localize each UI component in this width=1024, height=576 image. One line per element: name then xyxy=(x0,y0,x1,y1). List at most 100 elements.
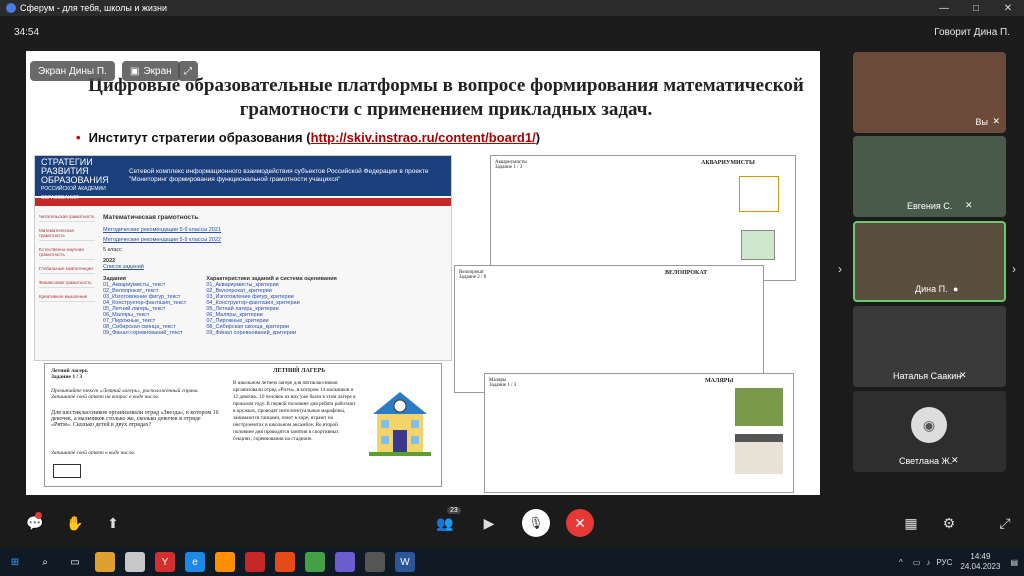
site-task-link[interactable]: 09_Финал соревнований_текст xyxy=(103,330,186,336)
mic-off-icon: ✕ xyxy=(951,455,959,465)
speaking-indicator: Говорит Дина П. xyxy=(934,27,1010,38)
start-icon[interactable]: ⊞ xyxy=(5,552,25,572)
site-side-item[interactable]: Финансовая грамотность xyxy=(39,280,95,288)
site-link[interactable]: Методические рекомендации 5-9 классы 202… xyxy=(103,227,443,233)
camp-answer-input[interactable] xyxy=(53,464,81,478)
raise-hand-button[interactable]: ✋ xyxy=(62,510,88,536)
aquarium-image xyxy=(741,230,775,260)
slide-link[interactable]: http://skiv.instrao.ru/content/board1/ xyxy=(311,130,536,145)
participant-tile-dina[interactable]: Дина П. ● xyxy=(853,221,1006,302)
fullscreen-toggle-button[interactable]: ⤢ xyxy=(992,510,1018,536)
doc-task-label: Летний лагерь Задание 1 / 3 xyxy=(51,368,88,380)
yandex-icon[interactable]: Y xyxy=(155,552,175,572)
close-button[interactable]: ✕ xyxy=(992,3,1024,14)
clock[interactable]: 14:49 24.04.2023 xyxy=(960,552,1000,572)
app-icon[interactable] xyxy=(275,552,295,572)
participant-tile-natalya[interactable]: Наталья Саакин ✕ xyxy=(853,306,1006,387)
doc-title: ЛЕТНИЙ ЛАГЕРЬ xyxy=(273,368,326,374)
site-list-link[interactable]: Список заданий xyxy=(103,264,443,270)
site-char-link[interactable]: 09_Финал соревнований_критерии xyxy=(206,330,337,336)
task-view-icon[interactable]: ▭ xyxy=(65,552,85,572)
app-icon[interactable] xyxy=(365,552,385,572)
participant-name: Наталья Саакин xyxy=(893,371,962,381)
site-org: ИНСТИТУТ СТРАТЕГИИ РАЗВИТИЯ ОБРАЗОВАНИЯ … xyxy=(41,156,115,203)
camera-button[interactable]: ▶ xyxy=(476,510,502,536)
mic-off-icon: ✕ xyxy=(992,116,1000,126)
site-chars-col: Характеристики заданий и система оценива… xyxy=(206,276,337,336)
site-side-item[interactable]: Естественно-научная грамотность xyxy=(39,247,95,260)
maximize-button[interactable]: □ xyxy=(960,3,992,14)
fullscreen-button[interactable]: ⤢ xyxy=(178,61,198,81)
mic-off-icon: ✕ xyxy=(965,200,973,210)
participant-name: Вы xyxy=(975,117,988,127)
doc-aquarium: Аквариумисты Задание 1 / 3 АКВАРИУМИСТЫ xyxy=(490,155,796,281)
doc-task-label: Велопрокат Задание 2 / 8 xyxy=(459,270,487,280)
mic-on-icon: ● xyxy=(953,284,959,294)
sidebar-collapse-icon[interactable]: › xyxy=(838,262,842,276)
grid-view-button[interactable]: ▦ xyxy=(898,510,924,536)
doc-title: МАЛЯРЫ xyxy=(705,378,734,384)
doc-task-label: Маляры Задание 1 / 3 xyxy=(489,378,517,388)
explorer-icon[interactable] xyxy=(95,552,115,572)
app-icon[interactable] xyxy=(125,552,145,572)
end-call-button[interactable]: ✕ xyxy=(566,509,594,537)
site-link[interactable]: Методические рекомендации 5-9 классы 202… xyxy=(103,237,443,243)
system-tray: ^ ▭ ♪ РУС 14:49 24.04.2023 ▤ xyxy=(899,552,1024,572)
site-heading: Математическая грамотность xyxy=(103,214,199,221)
app-icon[interactable] xyxy=(215,552,235,572)
participant-name: Светлана Ж. xyxy=(899,456,953,466)
site-side-item[interactable]: Глобальные компетенции xyxy=(39,266,95,274)
call-timer: 34:54 xyxy=(14,27,40,38)
clock-date: 24.04.2023 xyxy=(960,562,1001,571)
bullet-end: ) xyxy=(535,130,541,145)
screen-tab-label: Экран xyxy=(143,65,172,77)
site-side-item[interactable]: Креативное мышление xyxy=(39,294,95,302)
site-grade: 5 класс xyxy=(103,247,122,253)
notifications-icon[interactable]: ▤ xyxy=(1010,558,1018,567)
participant-name: Дина П. xyxy=(915,284,948,294)
word-icon[interactable]: W xyxy=(395,552,415,572)
tray-chevron-icon[interactable]: ^ xyxy=(899,558,903,567)
site-project: Сетевой комплекс информационного взаимод… xyxy=(128,168,429,183)
participant-tile-you[interactable]: Вы ✕ xyxy=(853,52,1006,133)
site-main: Математическая грамотность Методические … xyxy=(103,214,443,336)
camp-question: Для шестиклассников организовали отряд «… xyxy=(51,410,219,428)
doc-title: АКВАРИУМИСТЫ xyxy=(701,160,755,166)
sidebar-next-icon[interactable]: › xyxy=(1012,262,1016,276)
sferum-icon[interactable] xyxy=(335,552,355,572)
site-columns: Задания 01_Аквариумисты_текст 02_Велопро… xyxy=(103,276,443,336)
edge-icon[interactable]: e xyxy=(185,552,205,572)
mic-off-icon: ✕ xyxy=(959,370,967,380)
camp-answer-hint: Запишите свой ответ в виде числа. xyxy=(51,450,136,456)
participant-tile-evgenia[interactable]: Евгения С. ✕ xyxy=(853,136,1006,217)
clock-time: 14:49 xyxy=(970,552,991,561)
share-screen-button[interactable]: ⬆ xyxy=(100,510,126,536)
screen-tab[interactable]: ▣ Экран xyxy=(122,61,180,81)
minimize-button[interactable]: — xyxy=(928,3,960,14)
slide-bullet: • Институт стратегии образования (http://… xyxy=(76,130,540,145)
participant-tile-svetlana[interactable]: ◉ Светлана Ж. ✕ xyxy=(853,391,1006,472)
search-icon[interactable]: ⌕ xyxy=(35,552,55,572)
app-icon[interactable] xyxy=(245,552,265,572)
doc-task-label: Аквариумисты Задание 1 / 3 xyxy=(495,160,527,170)
site-side-item[interactable]: Математическая грамотность xyxy=(39,228,95,241)
language-indicator[interactable]: РУС xyxy=(936,558,952,567)
doc-camp: Летний лагерь Задание 1 / 3 ЛЕТНИЙ ЛАГЕР… xyxy=(44,363,442,487)
doc-malyary: Маляры Задание 1 / 3 МАЛЯРЫ xyxy=(484,373,794,493)
mic-toggle-button[interactable]: 🎙 xyxy=(522,509,550,537)
camera-placeholder-icon: ◉ xyxy=(911,407,947,443)
website-screenshot: ИНСТИТУТ СТРАТЕГИИ РАЗВИТИЯ ОБРАЗОВАНИЯ … xyxy=(34,155,452,361)
whatsapp-icon[interactable] xyxy=(305,552,325,572)
window-title: Сферум - для тебя, школы и жизни xyxy=(20,3,168,13)
network-icon[interactable]: ▭ xyxy=(913,558,921,567)
site-side-item[interactable]: Читательская грамотность xyxy=(39,214,95,222)
participant-name: Евгения С. xyxy=(907,201,953,211)
camp-instruction: Прочитайте текст «Летний лагерь», распол… xyxy=(51,388,199,400)
screen-icon: ▣ xyxy=(130,65,140,77)
participants-count: 23 xyxy=(447,507,461,514)
bullet-text: Институт стратегии образования ( xyxy=(88,130,311,145)
volume-icon[interactable]: ♪ xyxy=(926,558,930,567)
settings-button[interactable]: ⚙ xyxy=(936,510,962,536)
school-building-icon xyxy=(365,386,435,458)
site-tasks-col: Задания 01_Аквариумисты_текст 02_Велопро… xyxy=(103,276,186,336)
